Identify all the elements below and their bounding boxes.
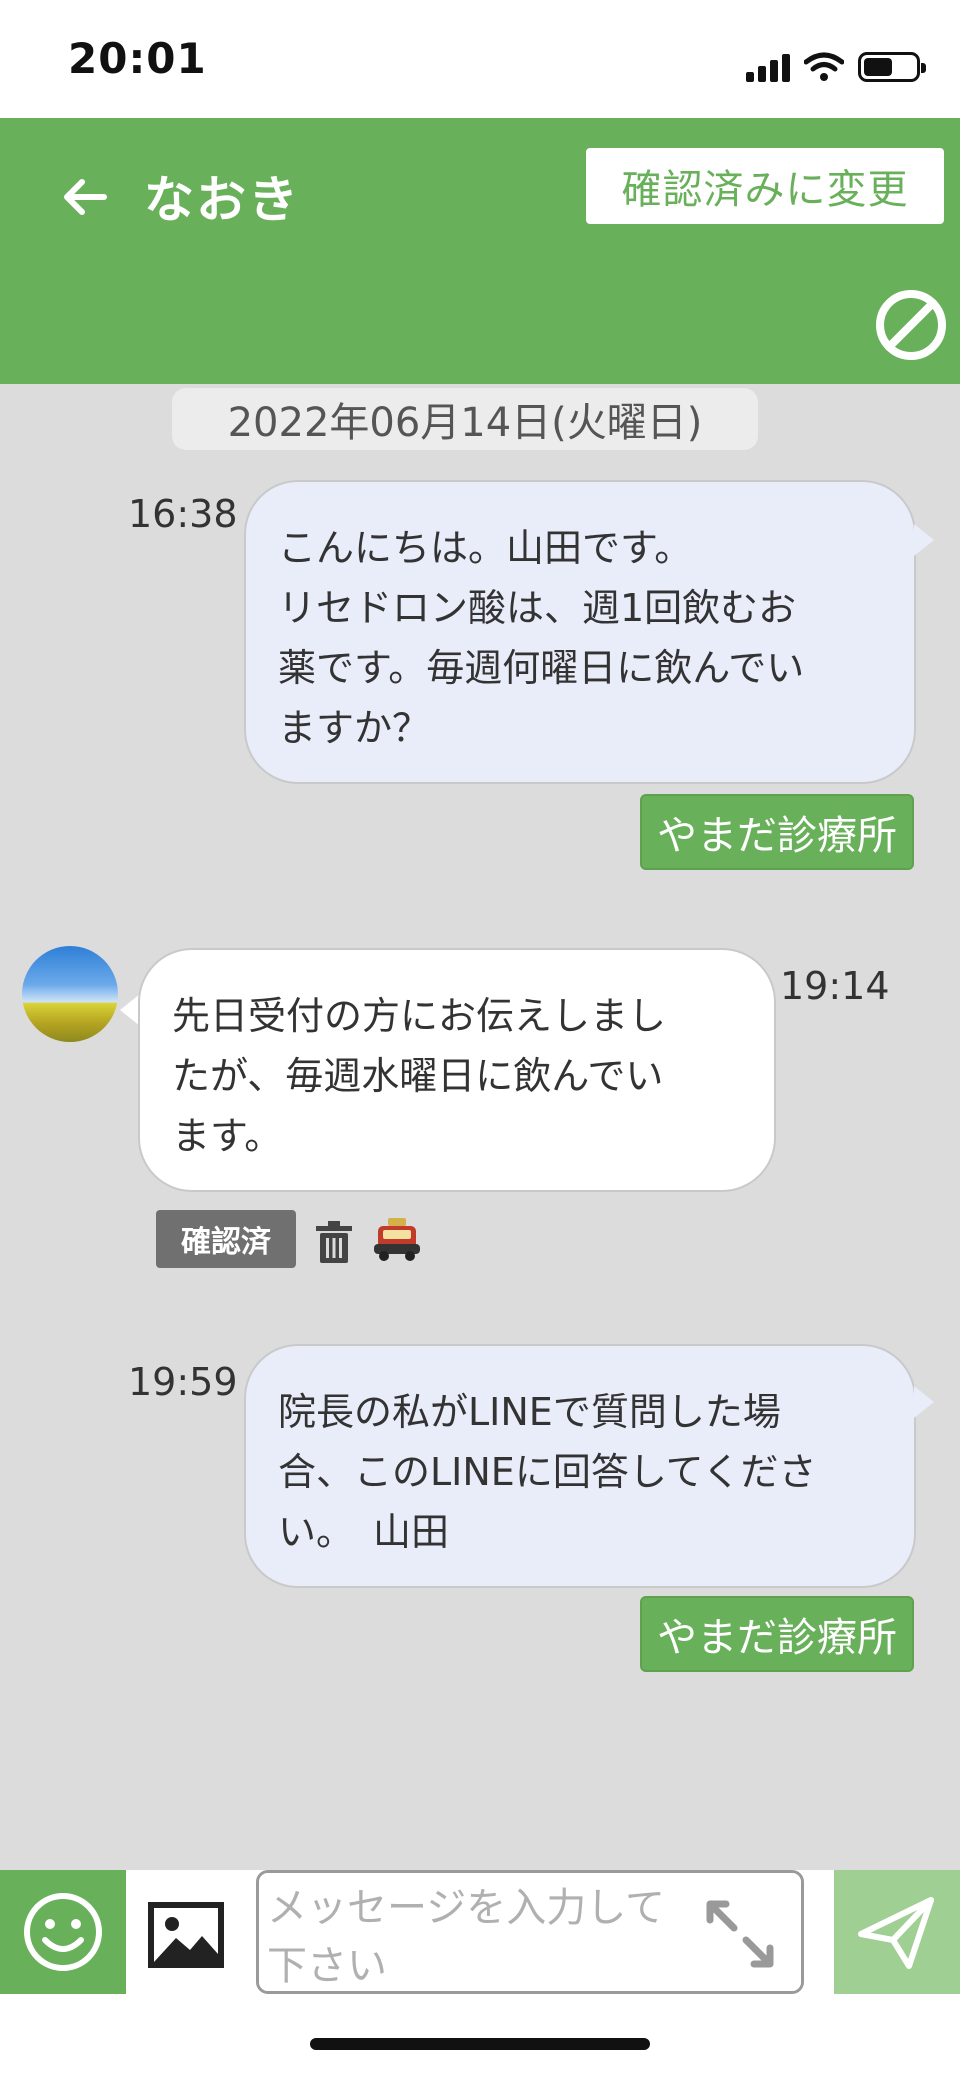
outgoing-message-bubble[interactable]: 院長の私がLINEで質問した場 合、このLINEに回答してくださ い。 山田	[244, 1344, 916, 1588]
message-line: こんにちは。山田です。	[278, 526, 693, 570]
cellular-signal-icon	[746, 52, 790, 82]
date-separator: 2022年06月14日(火曜日)	[172, 388, 758, 450]
message-line: たが、毎週水曜日に飲んでい	[172, 1054, 664, 1098]
battery-icon	[858, 52, 926, 82]
message-input-bar	[0, 1870, 960, 1994]
message-line: 合、このLINEに回答してくださ	[278, 1450, 817, 1494]
send-icon	[858, 1897, 934, 1969]
sender-tag: やまだ診療所	[640, 794, 914, 870]
message-line: 院長の私がLINEで質問した場	[278, 1390, 781, 1434]
message-line: 薬です。毎週何曜日に飲んでい	[278, 646, 805, 690]
chat-header: なおき 確認済みに変更	[0, 118, 960, 384]
outgoing-message-bubble[interactable]: こんにちは。山田です。 リセドロン酸は、週1回飲むお 薬です。毎週何曜日に飲んで…	[244, 480, 916, 784]
smiley-icon	[24, 1893, 102, 1971]
arrow-left-icon[interactable]	[58, 170, 112, 224]
message-line: ます。	[172, 1114, 283, 1158]
expand-icon[interactable]	[700, 1894, 780, 1974]
message-line: 先日受付の方にお伝えしまし	[172, 994, 667, 1038]
message-line: ますか？	[278, 706, 431, 750]
message-time: 19:14	[780, 964, 890, 1008]
confirmed-badge[interactable]: 確認済	[156, 1210, 296, 1268]
image-icon[interactable]	[146, 1900, 226, 1970]
bubble-tail	[914, 524, 934, 556]
mark-confirmed-button[interactable]: 確認済みに変更	[586, 148, 944, 224]
bubble-tail	[914, 1386, 934, 1418]
chat-area[interactable]: 2022年06月14日(火曜日) 16:38 こんにちは。山田です。 リセドロン…	[0, 384, 960, 1870]
emoji-button[interactable]	[0, 1870, 126, 1994]
trash-icon[interactable]	[314, 1220, 354, 1264]
status-bar: 20:01	[0, 0, 960, 118]
status-time: 20:01	[68, 34, 207, 83]
block-icon[interactable]	[874, 288, 948, 362]
home-indicator	[310, 2038, 650, 2050]
message-time: 19:59	[128, 1360, 238, 1404]
message-line: リセドロン酸は、週1回飲むお	[278, 586, 797, 630]
send-button[interactable]	[834, 1870, 960, 1994]
incoming-message-bubble[interactable]: 先日受付の方にお伝えしまし たが、毎週水曜日に飲んでい ます。	[138, 948, 776, 1192]
bubble-tail	[120, 994, 140, 1026]
sender-tag: やまだ診療所	[640, 1596, 914, 1672]
car-icon[interactable]	[372, 1214, 422, 1264]
avatar[interactable]	[22, 946, 118, 1042]
status-icons	[746, 42, 926, 82]
contact-name: なおき	[144, 171, 300, 229]
message-line: い。 山田	[278, 1510, 450, 1554]
wifi-icon	[804, 52, 844, 81]
message-time: 16:38	[128, 492, 238, 536]
